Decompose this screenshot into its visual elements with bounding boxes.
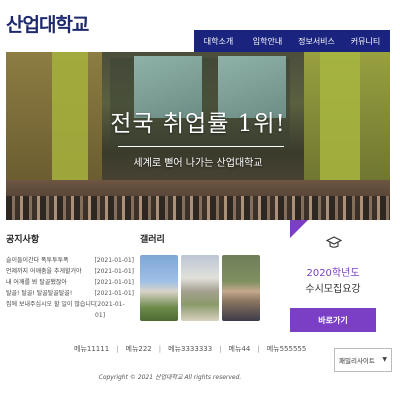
notice-item-date: [2021-01-01] (94, 290, 134, 297)
notice-item[interactable]: 슬이들이간다 폭투투투폭 [2021-01-01] (6, 255, 134, 266)
site-logo[interactable]: 산업대학교 (6, 10, 89, 37)
gallery-section: 갤러리 (140, 232, 264, 321)
hero-bg-audience (6, 196, 390, 220)
notice-item-text[interactable]: 언제까지 어깨춤을 추게할거야 (6, 266, 82, 277)
admission-year: 2020학년도 (306, 268, 360, 279)
hero-divider (118, 146, 284, 147)
admission-go-button[interactable]: 바로가기 (290, 308, 376, 332)
notice-item-date: [2021-01-01] (94, 279, 134, 286)
nav-item-about[interactable]: 대학소개 (194, 30, 243, 52)
footer-menu: 메뉴11111 | 메뉴222 | 메뉴3333333 | 메뉴44 | 메뉴5… (74, 344, 306, 354)
notice-item[interactable]: 언제까지 어깨춤을 추게할거야 [2021-01-01] (6, 266, 134, 277)
notice-item-date: [2021-01-01] (94, 268, 134, 275)
hero-banner: 전국 취업률 1위! 세계로 뻗어 나가는 산업대학교 (6, 52, 390, 220)
notice-item[interactable]: 집에 보내주십시오 할 일이 많습니다 [2021-01-01] (6, 299, 134, 319)
gallery-image-campus-building[interactable] (140, 255, 178, 321)
footer-menu-separator: | (257, 345, 260, 353)
nav-item-info-service[interactable]: 정보서비스 (292, 30, 341, 52)
gallery-images (140, 255, 264, 321)
notice-item-date: [2021-01-01] (95, 301, 125, 319)
notice-section: 공지사항 슬이들이간다 폭투투투폭 [2021-01-01] 언제까지 어깨춤을… (6, 232, 134, 319)
notice-item[interactable]: 내 어깨를 봐 탈골됐잖아 [2021-01-01] (6, 277, 134, 288)
footer-menu-item[interactable]: 메뉴555555 (267, 344, 307, 354)
admission-box: 2020학년도 수시모집요강 바로가기 (290, 220, 376, 338)
copyright-text: Copyright © 2021 산업대학교 All rights reserv… (98, 374, 242, 381)
hero-subtitle: 세계로 뻗어 나가는 산업대학교 (133, 158, 263, 169)
notice-item-text[interactable]: 집에 보내주십시오 할 일이 많습니다 (6, 299, 95, 310)
nav-item-community[interactable]: 커뮤니티 (341, 30, 390, 52)
notice-item-text[interactable]: 탈골! 탈골! 탈골탈골탈골! (6, 288, 72, 299)
gallery-title[interactable]: 갤러리 (140, 232, 264, 245)
admission-corner-accent (290, 220, 308, 238)
family-site-label: 패밀리사이트 (339, 357, 375, 365)
footer-menu-item[interactable]: 메뉴222 (126, 344, 152, 354)
family-site-select[interactable]: 패밀리사이트 ▼ (334, 348, 392, 372)
main-nav: 대학소개 입학안내 정보서비스 커뮤니티 (194, 30, 390, 52)
notice-item-date: [2021-01-01] (94, 257, 134, 264)
footer-menu-item[interactable]: 메뉴44 (229, 344, 251, 354)
footer-menu-item[interactable]: 메뉴11111 (74, 344, 109, 354)
gallery-image-campus-hall[interactable] (181, 255, 219, 321)
footer-menu-separator: | (116, 345, 119, 353)
footer-menu-separator: | (158, 345, 162, 353)
nav-item-admission[interactable]: 입학안내 (243, 30, 292, 52)
footer-menu-separator: | (219, 345, 222, 353)
graduation-cap-icon (325, 236, 343, 254)
notice-item-text[interactable]: 슬이들이간다 폭투투투폭 (6, 255, 69, 266)
gallery-image-students[interactable] (222, 255, 260, 321)
admission-title: 수시모집요강 (305, 284, 361, 295)
footer-menu-item[interactable]: 메뉴3333333 (168, 344, 212, 354)
hero-title: 전국 취업률 1위! (110, 111, 286, 137)
notice-item-text[interactable]: 내 어깨를 봐 탈골됐잖아 (6, 277, 67, 288)
notice-title[interactable]: 공지사항 (6, 232, 134, 245)
chevron-down-icon: ▼ (382, 356, 387, 363)
notice-item[interactable]: 탈골! 탈골! 탈골탈골탈골! [2021-01-01] (6, 288, 134, 299)
